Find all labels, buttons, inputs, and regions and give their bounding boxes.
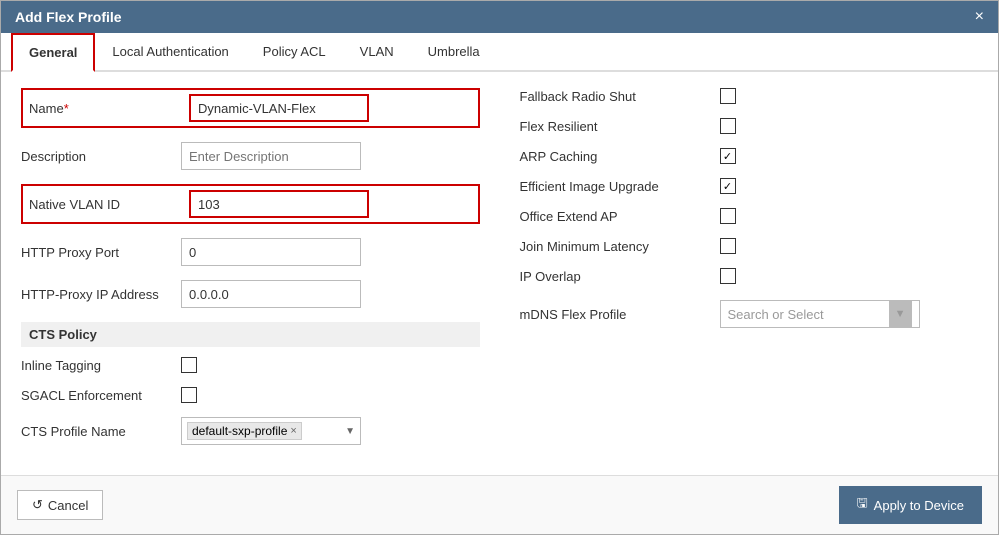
tab-local-authentication[interactable]: Local Authentication: [95, 33, 245, 72]
name-row: Name*: [21, 88, 480, 128]
mdns-row: mDNS Flex Profile Search or Select ▼: [520, 300, 979, 328]
modal-footer: ↺ Cancel 🖫 Apply to Device: [1, 475, 998, 534]
arp-caching-label: ARP Caching: [520, 149, 720, 164]
ip-overlap-label: IP Overlap: [520, 269, 720, 284]
http-proxy-ip-row: HTTP-Proxy IP Address: [21, 280, 480, 308]
flex-resilient-label: Flex Resilient: [520, 119, 720, 134]
http-proxy-ip-input[interactable]: [181, 280, 361, 308]
cts-profile-select[interactable]: default-sxp-profile × ▼: [181, 417, 361, 445]
flex-resilient-row: Flex Resilient: [520, 118, 979, 134]
native-vlan-label: Native VLAN ID: [29, 197, 189, 212]
description-label: Description: [21, 149, 181, 164]
ip-overlap-row: IP Overlap: [520, 268, 979, 284]
office-extend-checkbox[interactable]: [720, 208, 736, 224]
native-vlan-row: Native VLAN ID: [21, 184, 480, 224]
fallback-radio-label: Fallback Radio Shut: [520, 89, 720, 104]
cancel-icon: ↺: [32, 497, 43, 513]
native-vlan-input[interactable]: [189, 190, 369, 218]
office-extend-label: Office Extend AP: [520, 209, 720, 224]
mdns-select[interactable]: Search or Select ▼: [720, 300, 920, 328]
cancel-button[interactable]: ↺ Cancel: [17, 490, 103, 520]
cts-profile-row: CTS Profile Name default-sxp-profile × ▼: [21, 417, 480, 445]
cts-profile-label: CTS Profile Name: [21, 424, 181, 439]
modal-header: Add Flex Profile ×: [1, 1, 998, 33]
mdns-select-arrow-icon: ▼: [889, 300, 912, 328]
efficient-image-row: Efficient Image Upgrade: [520, 178, 979, 194]
tab-policy-acl[interactable]: Policy ACL: [246, 33, 343, 72]
tab-general[interactable]: General: [11, 33, 95, 72]
join-min-latency-checkbox[interactable]: [720, 238, 736, 254]
http-proxy-port-input[interactable]: [181, 238, 361, 266]
arp-caching-checkbox[interactable]: [720, 148, 736, 164]
office-extend-row: Office Extend AP: [520, 208, 979, 224]
close-button[interactable]: ×: [975, 9, 984, 25]
mdns-label: mDNS Flex Profile: [520, 307, 720, 322]
cts-policy-heading: CTS Policy: [21, 322, 480, 347]
efficient-image-checkbox[interactable]: [720, 178, 736, 194]
ip-overlap-checkbox[interactable]: [720, 268, 736, 284]
select-arrow-icon: ▼: [345, 426, 355, 437]
cts-section: CTS Policy Inline Tagging SGACL Enforcem…: [21, 322, 480, 445]
flex-resilient-checkbox[interactable]: [720, 118, 736, 134]
description-input[interactable]: [181, 142, 361, 170]
http-proxy-port-row: HTTP Proxy Port: [21, 238, 480, 266]
apply-icon: 🖫: [857, 494, 868, 516]
tab-vlan[interactable]: VLAN: [343, 33, 411, 72]
tab-umbrella[interactable]: Umbrella: [411, 33, 497, 72]
inline-tagging-checkbox[interactable]: [181, 357, 197, 373]
right-column: Fallback Radio Shut Flex Resilient ARP C…: [520, 88, 979, 459]
inline-tagging-row: Inline Tagging: [21, 357, 480, 373]
tag-close-button[interactable]: ×: [290, 425, 296, 437]
inline-tagging-label: Inline Tagging: [21, 358, 181, 373]
http-proxy-port-label: HTTP Proxy Port: [21, 245, 181, 260]
sgacl-row: SGACL Enforcement: [21, 387, 480, 403]
mdns-placeholder: Search or Select: [728, 307, 824, 322]
name-input[interactable]: [189, 94, 369, 122]
modal-body: Name* Description Native VLAN ID HTTP Pr…: [1, 72, 998, 475]
join-min-latency-row: Join Minimum Latency: [520, 238, 979, 254]
description-row: Description: [21, 142, 480, 170]
modal-title: Add Flex Profile: [15, 9, 122, 25]
fallback-radio-checkbox[interactable]: [720, 88, 736, 104]
arp-caching-row: ARP Caching: [520, 148, 979, 164]
fallback-radio-row: Fallback Radio Shut: [520, 88, 979, 104]
tab-bar: General Local Authentication Policy ACL …: [1, 33, 998, 72]
http-proxy-ip-label: HTTP-Proxy IP Address: [21, 287, 181, 302]
sgacl-checkbox[interactable]: [181, 387, 197, 403]
sgacl-label: SGACL Enforcement: [21, 388, 181, 403]
add-flex-profile-modal: Add Flex Profile × General Local Authent…: [0, 0, 999, 535]
join-min-latency-label: Join Minimum Latency: [520, 239, 720, 254]
name-label: Name*: [29, 101, 189, 116]
left-column: Name* Description Native VLAN ID HTTP Pr…: [21, 88, 480, 459]
cts-profile-tag: default-sxp-profile ×: [187, 422, 302, 440]
apply-to-device-button[interactable]: 🖫 Apply to Device: [839, 486, 982, 524]
efficient-image-label: Efficient Image Upgrade: [520, 179, 720, 194]
